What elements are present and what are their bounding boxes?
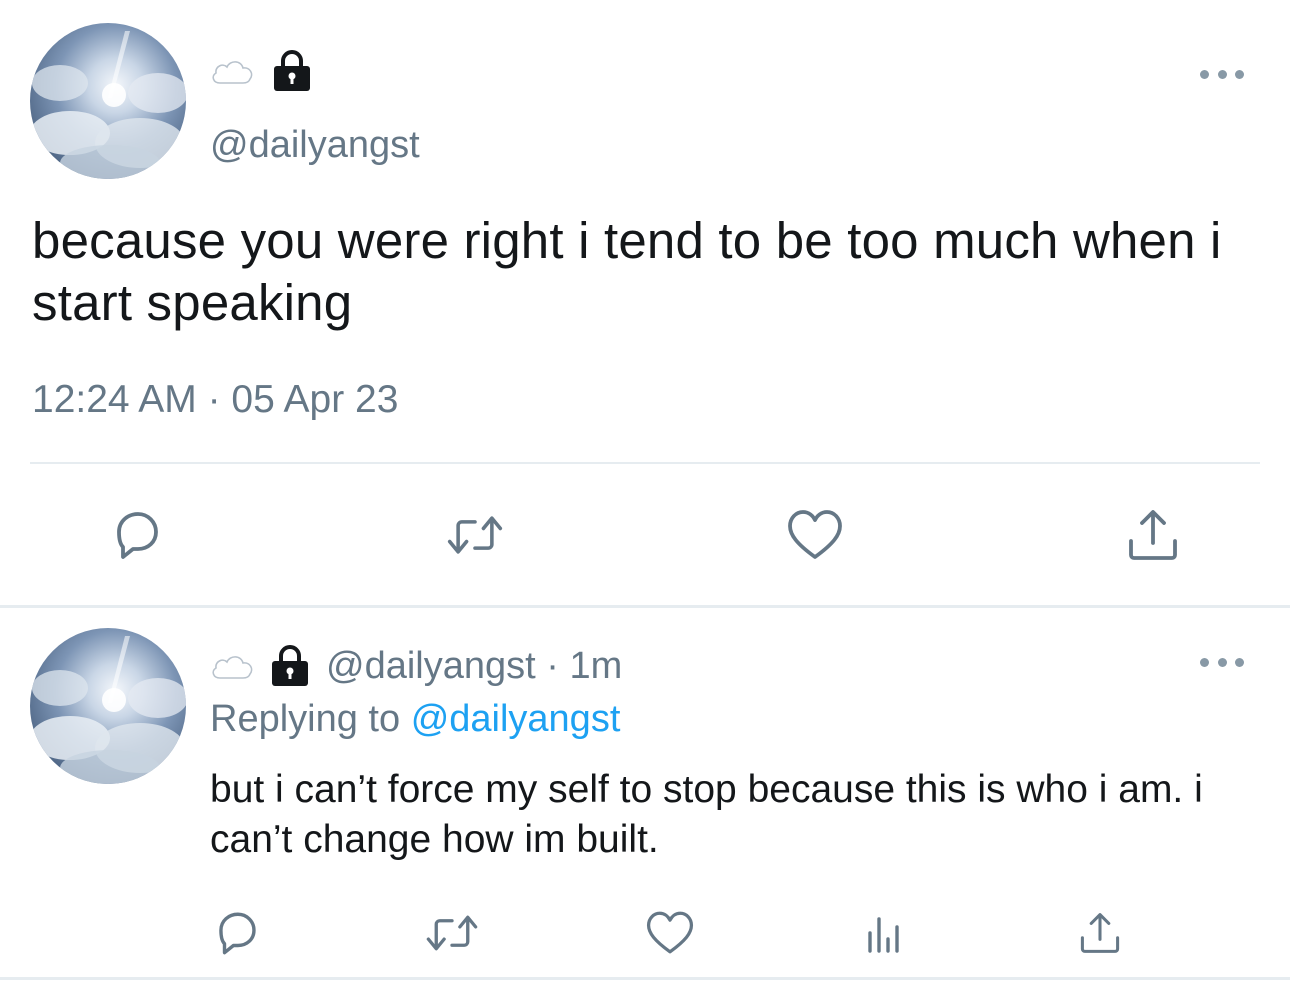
reply-icon[interactable] <box>107 505 167 565</box>
share-icon[interactable] <box>1072 905 1128 961</box>
reply-icon[interactable] <box>209 905 265 961</box>
reply-action-bar <box>0 905 1290 961</box>
retweet-icon[interactable] <box>424 905 480 961</box>
replying-to: Replying to @dailyangst <box>210 698 620 741</box>
divider <box>0 605 1290 608</box>
lock-icon <box>272 50 312 92</box>
avatar[interactable] <box>30 23 186 179</box>
retweet-icon[interactable] <box>445 505 505 565</box>
cloud-emoji-icon <box>210 652 254 680</box>
tweet-text: because you were right i tend to be too … <box>32 212 1222 331</box>
tweet-action-bar <box>0 505 1290 565</box>
more-options-icon[interactable] <box>1200 66 1244 82</box>
author-name-row[interactable] <box>210 50 312 92</box>
replying-to-label: Replying to <box>210 698 401 740</box>
tweet-thread: @dailyangst because you were right i ten… <box>0 0 1290 981</box>
replying-to-mention[interactable]: @dailyangst <box>411 698 621 740</box>
lock-icon <box>270 645 310 687</box>
like-icon[interactable] <box>785 505 845 565</box>
author-handle[interactable]: @dailyangst <box>210 124 420 167</box>
tweet-timestamp[interactable]: 12:24 AM · 05 Apr 23 <box>32 378 398 422</box>
reply-author-row[interactable]: @dailyangst · 1m <box>210 642 622 690</box>
more-options-icon[interactable] <box>1200 654 1244 670</box>
cloud-emoji-icon <box>210 57 254 85</box>
share-icon[interactable] <box>1123 505 1183 565</box>
divider <box>0 977 1290 980</box>
reply-text: but i can’t force my self to stop becaus… <box>210 768 1203 861</box>
avatar[interactable] <box>30 628 186 784</box>
divider <box>30 462 1260 464</box>
like-icon[interactable] <box>642 905 698 961</box>
analytics-icon[interactable] <box>856 905 912 961</box>
reply-handle-time[interactable]: @dailyangst · 1m <box>326 645 622 688</box>
